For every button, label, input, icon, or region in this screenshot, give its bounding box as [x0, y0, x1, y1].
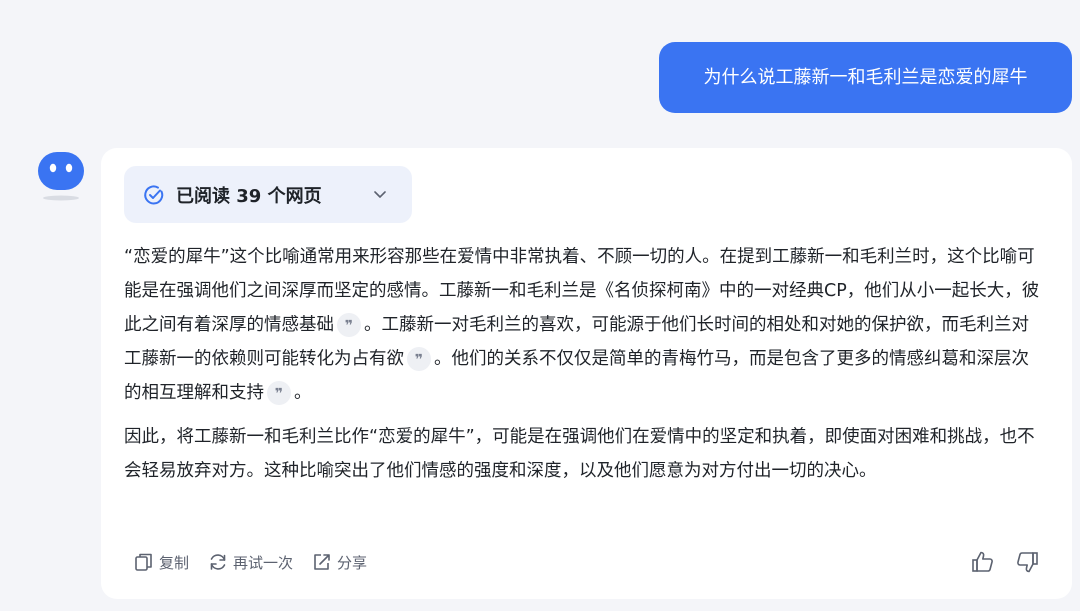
feedback-buttons [952, 549, 1040, 575]
answer-text: “恋爱的犀牛”这个比喻通常用来形容那些在爱情中非常执着、不顾一切的人。在提到工藤… [124, 240, 1044, 498]
answer-text-segment: 。 [294, 383, 312, 403]
response-actions: 复制 再试一次 分享 [133, 551, 385, 573]
share-icon [314, 554, 330, 570]
copy-icon [135, 553, 152, 571]
user-message-bubble: 为什么说工藤新一和毛利兰是恋爱的犀牛 [659, 42, 1072, 113]
copy-button[interactable]: 复制 [133, 551, 189, 573]
share-label: 分享 [337, 553, 368, 572]
sources-read-label: 已阅读 39 个网页 [176, 185, 322, 207]
sources-read-toggle[interactable]: 已阅读 39 个网页 [124, 166, 412, 223]
copy-label: 复制 [159, 553, 190, 572]
thumbs-down-icon[interactable] [1014, 549, 1040, 575]
assistant-avatar-icon [38, 152, 84, 201]
check-circle-icon [144, 184, 164, 204]
answer-paragraph-1: “恋爱的犀牛”这个比喻通常用来形容那些在爱情中非常执着、不顾一切的人。在提到工藤… [124, 240, 1044, 410]
retry-button[interactable]: 再试一次 [207, 551, 293, 573]
thumbs-up-icon[interactable] [970, 549, 996, 575]
citation-quote-icon[interactable]: ❞ [407, 347, 431, 371]
answer-paragraph-2: 因此，将工藤新一和毛利兰比作“恋爱的犀牛”，可能是在强调他们在爱情中的坚定和执着… [124, 427, 1035, 481]
refresh-icon [210, 554, 226, 570]
retry-label: 再试一次 [233, 553, 294, 572]
citation-quote-icon[interactable]: ❞ [267, 381, 291, 405]
share-button[interactable]: 分享 [311, 551, 367, 573]
chevron-down-icon [374, 191, 386, 198]
citation-quote-icon[interactable]: ❞ [337, 313, 361, 337]
assistant-response-card: 已阅读 39 个网页 “恋爱的犀牛”这个比喻通常用来形容那些在爱情中非常执着、不… [101, 148, 1072, 599]
